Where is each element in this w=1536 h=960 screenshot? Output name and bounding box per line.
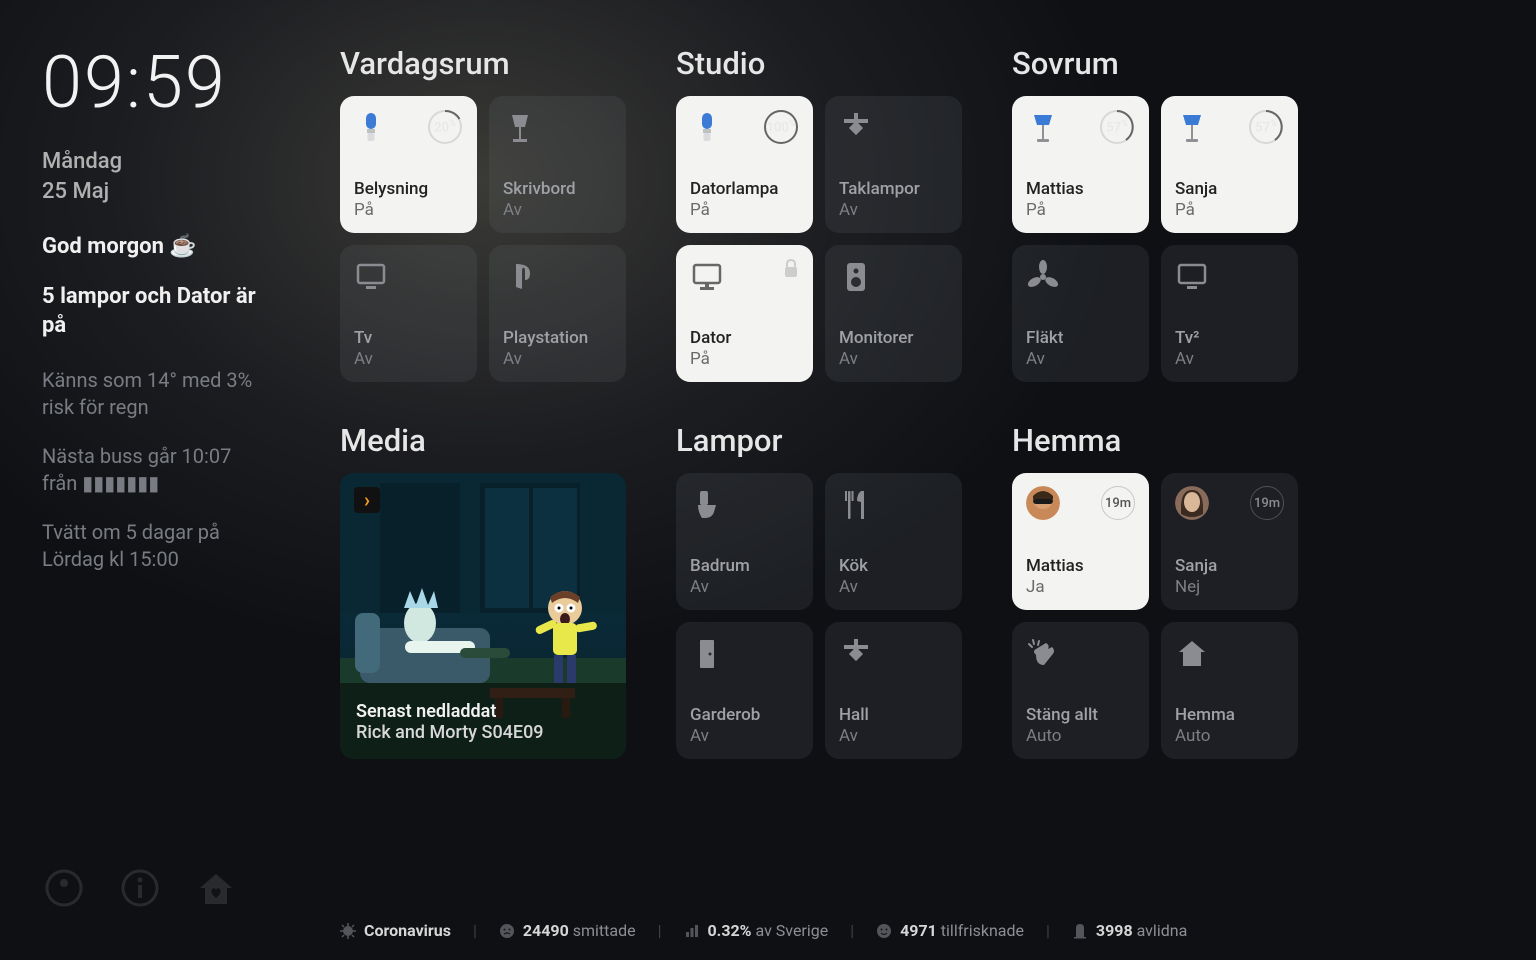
group-sovrum: Sovrum 57% MattiasPå 57% SanjaPå FläktAv…	[1012, 45, 1298, 382]
media-title: Rick and Morty S04E09	[356, 722, 610, 743]
grave-icon	[1072, 923, 1088, 939]
tile-mattias-lamp[interactable]: 57% MattiasPå	[1012, 96, 1149, 233]
tile-hemma-auto[interactable]: HemmaAuto	[1161, 622, 1298, 759]
status-summary: 5 lampor och Dator är på	[42, 283, 270, 340]
tile-taklampor[interactable]: TaklamporAv	[825, 96, 962, 233]
home-icon	[1175, 635, 1209, 673]
brightness-ring: 100%	[763, 109, 799, 145]
tile-garderob[interactable]: GarderobAv	[676, 622, 813, 759]
door-icon	[690, 635, 724, 673]
main: Vardagsrum 20% BelysningPå SkrivbordAv T…	[300, 0, 1536, 960]
vacuum-icon[interactable]	[42, 866, 86, 910]
group-title: Sovrum	[1012, 45, 1298, 82]
tile-datorlampa[interactable]: 100% DatorlampaPå	[676, 96, 813, 233]
toilet-icon	[690, 486, 724, 524]
tile-tv2[interactable]: Tv²Av	[1161, 245, 1298, 382]
bedside-lamp-icon	[1175, 109, 1209, 147]
greeting: God morgon ☕	[42, 234, 270, 259]
group-title: Studio	[676, 45, 962, 82]
group-vardagsrum: Vardagsrum 20% BelysningPå SkrivbordAv T…	[340, 45, 626, 382]
ceiling-light-icon	[839, 109, 873, 147]
tile-stang-allt[interactable]: Stäng alltAuto	[1012, 622, 1149, 759]
tile-monitorer[interactable]: MonitorerAv	[825, 245, 962, 382]
tile-person-mattias[interactable]: 19m MattiasJa	[1012, 473, 1149, 610]
tile-skrivbord[interactable]: SkrivbordAv	[489, 96, 626, 233]
sidebar: 09:59 Måndag 25 Maj God morgon ☕ 5 lampo…	[0, 0, 300, 960]
utensils-icon	[839, 486, 873, 524]
date: Måndag 25 Maj	[42, 147, 270, 206]
plex-icon: ›	[354, 487, 380, 513]
media-label: Senast nedladdat	[356, 701, 610, 722]
tv-icon	[354, 258, 388, 296]
brightness-ring: 57%	[1248, 109, 1284, 145]
tv-icon	[1175, 258, 1209, 296]
footer-stats: Coronavirus | 24490 smittade | 0.32% av …	[340, 895, 1486, 940]
info-icon[interactable]	[118, 866, 162, 910]
clock: 09:59	[42, 40, 270, 125]
group-media: Media	[340, 422, 626, 759]
bedside-lamp-icon	[1026, 109, 1060, 147]
virus-icon	[340, 923, 356, 939]
sidebar-nav	[42, 866, 270, 930]
group-hemma: Hemma 19m MattiasJa 19m SanjaNej Stäng a…	[1012, 422, 1298, 759]
tile-kok[interactable]: KökAv	[825, 473, 962, 610]
time-badge: 19m	[1101, 486, 1135, 520]
clap-icon	[1026, 635, 1060, 673]
bulb-icon	[690, 109, 724, 147]
happy-icon	[876, 923, 892, 939]
group-title: Lampor	[676, 422, 962, 459]
fan-icon	[1026, 258, 1060, 296]
home-heart-icon[interactable]	[194, 866, 238, 910]
avatar	[1026, 486, 1060, 520]
tile-playstation[interactable]: PlaystationAv	[489, 245, 626, 382]
tile-sanja-lamp[interactable]: 57% SanjaPå	[1161, 96, 1298, 233]
time-badge: 19m	[1250, 486, 1284, 520]
tile-belysning[interactable]: 20% BelysningPå	[340, 96, 477, 233]
weather-info: Känns som 14° med 3% risk för regn	[42, 367, 270, 421]
avatar	[1175, 486, 1209, 520]
speaker-icon	[839, 258, 873, 296]
lock-icon	[783, 259, 799, 277]
brightness-ring: 57%	[1099, 109, 1135, 145]
lamp-icon	[503, 109, 537, 147]
group-studio: Studio 100% DatorlampaPå TaklamporAv Dat…	[676, 45, 962, 382]
bulb-icon	[354, 109, 388, 147]
bus-info: Nästa buss går 10:07 från ▮▮▮▮▮▮▮	[42, 443, 270, 497]
tile-hall[interactable]: HallAv	[825, 622, 962, 759]
group-title: Media	[340, 422, 626, 459]
ceiling-light-icon	[839, 635, 873, 673]
brightness-ring: 20%	[427, 109, 463, 145]
media-card[interactable]: › Senast nedladdat Rick and Morty S04E09	[340, 473, 626, 759]
tile-dator[interactable]: DatorPå	[676, 245, 813, 382]
sad-icon	[499, 923, 515, 939]
tile-person-sanja[interactable]: 19m SanjaNej	[1161, 473, 1298, 610]
tile-flakt[interactable]: FläktAv	[1012, 245, 1149, 382]
group-title: Hemma	[1012, 422, 1298, 459]
tile-tv[interactable]: TvAv	[340, 245, 477, 382]
tile-badrum[interactable]: BadrumAv	[676, 473, 813, 610]
laundry-info: Tvätt om 5 dagar på Lördag kl 15:00	[42, 519, 270, 573]
group-title: Vardagsrum	[340, 45, 626, 82]
chart-icon	[684, 923, 700, 939]
group-lampor: Lampor BadrumAv KökAv GarderobAv HallAv	[676, 422, 962, 759]
monitor-icon	[690, 258, 724, 296]
playstation-icon	[503, 258, 537, 296]
